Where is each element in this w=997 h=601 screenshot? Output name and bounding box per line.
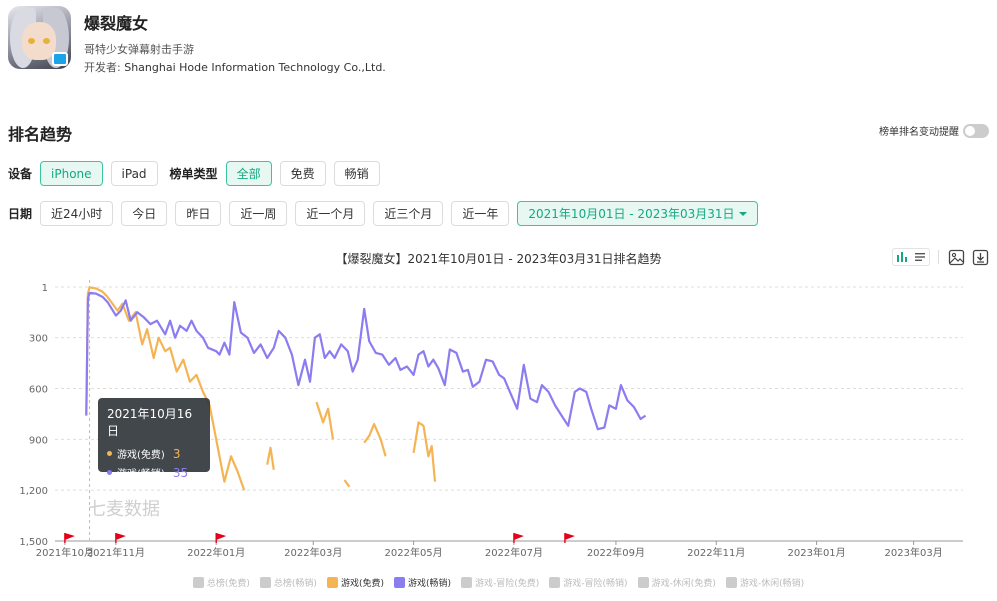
tooltip-row-grossing: 游戏(畅销) 35 (107, 465, 201, 480)
download-icon[interactable] (971, 248, 989, 266)
y-tick-label: 1 (42, 283, 48, 294)
watermark: 七麦数据 (88, 499, 160, 520)
legend-item[interactable]: 游戏(畅销) (393, 576, 451, 589)
x-tick-label: 2021年11月 (87, 546, 145, 559)
device-filter-row: 设备 iPhone iPad 榜单类型 全部 免费 畅销 (8, 161, 388, 186)
date-filter-row: 日期 近24小时 今日 昨日 近一周 近一个月 近三个月 近一年 2021年10… (8, 201, 766, 226)
x-tick-label: 2022年05月 (385, 546, 443, 559)
chart-tooltip: 2021年10月16日 游戏(免费) 3 游戏(畅销) 35 (98, 398, 210, 480)
app-badge-icon (52, 52, 68, 66)
chart-type-all-button[interactable]: 全部 (225, 161, 272, 186)
grossing-dot-icon (107, 470, 112, 475)
app-name[interactable]: 爆裂魔女 (84, 10, 148, 34)
legend-item[interactable]: 游戏(免费) (326, 576, 384, 589)
tooltip-free-label: 游戏(免费) (117, 450, 165, 461)
app-developer: 开发者: Shanghai Hode Information Technolog… (84, 59, 386, 75)
legend-item[interactable]: 游戏-休闲(畅销) (725, 576, 805, 589)
legend-label: 游戏-冒险(畅销) (563, 579, 628, 589)
tooltip-grossing-label: 游戏(畅销) (117, 469, 165, 480)
legend-item[interactable]: 游戏-冒险(畅销) (549, 576, 628, 589)
legend-swatch-icon (326, 577, 338, 588)
legend-swatch-icon (393, 577, 405, 588)
chart-title: 【爆裂魔女】2021年10月01日 - 2023年03月31日排名趋势 (335, 252, 662, 266)
bar-chart-icon[interactable] (896, 251, 908, 263)
legend-swatch-icon (259, 577, 271, 588)
series-line-free[interactable] (266, 446, 275, 470)
legend-label: 总榜(畅销) (273, 579, 317, 589)
device-iphone-button[interactable]: iPhone (40, 161, 103, 186)
legend-label: 游戏-休闲(免费) (651, 579, 716, 589)
x-tick-label: 2022年11月 (687, 546, 745, 559)
section-title: 排名趋势 (8, 125, 73, 144)
y-tick-label: 1,500 (19, 537, 48, 548)
rank-alert-label: 榜单排名变动提醒 (879, 127, 959, 138)
date-year-button[interactable]: 近一年 (451, 201, 510, 226)
save-image-icon[interactable] (947, 248, 965, 266)
y-tick-label: 300 (29, 334, 48, 345)
date-today-button[interactable]: 今日 (121, 201, 168, 226)
y-tick-label: 1,200 (19, 486, 48, 497)
tooltip-grossing-value: 35 (172, 465, 189, 480)
chart-legend: 总榜(免费) 总榜(畅销) 游戏(免费) 游戏(畅销) 游戏-冒险(免费) 游戏-冒险(畅… (0, 576, 997, 589)
x-tick-label: 2022年03月 (284, 546, 342, 559)
app-icon[interactable] (8, 6, 71, 69)
free-dot-icon (107, 451, 112, 456)
tooltip-free-value: 3 (172, 446, 181, 461)
x-tick-label: 2022年07月 (485, 546, 543, 559)
legend-swatch-icon (192, 577, 204, 588)
x-tick-label: 2022年09月 (587, 546, 645, 559)
date-3month-button[interactable]: 近三个月 (373, 201, 444, 226)
x-tick-label: 2022年01月 (187, 546, 245, 559)
chart-type-label: 榜单类型 (169, 167, 218, 181)
date-label: 日期 (8, 207, 33, 221)
legend-label: 游戏-冒险(免费) (475, 579, 540, 589)
tooltip-date: 2021年10月16日 (107, 407, 193, 438)
developer-name[interactable]: Shanghai Hode Information Technology Co.… (124, 61, 386, 74)
legend-swatch-icon (549, 577, 561, 588)
date-yesterday-button[interactable]: 昨日 (175, 201, 222, 226)
app-header: 爆裂魔女 哥特少女弹幕射击手游 开发者: Shanghai Hode Infor… (8, 6, 608, 74)
device-ipad-button[interactable]: iPad (110, 161, 158, 186)
legend-swatch-icon (461, 577, 472, 588)
series-line-free[interactable] (363, 423, 387, 457)
chart-type-grossing-button[interactable]: 畅销 (333, 161, 380, 186)
date-month-button[interactable]: 近一个月 (295, 201, 366, 226)
series-line-free[interactable] (412, 421, 437, 482)
legend-swatch-icon (637, 577, 649, 588)
x-tick-label: 2023年01月 (788, 546, 846, 559)
chart-toolbar (892, 248, 989, 266)
legend-item[interactable]: 总榜(免费) (192, 576, 250, 589)
legend-swatch-icon (725, 577, 737, 588)
app-subtitle: 哥特少女弹幕射击手游 (84, 43, 194, 56)
legend-label: 总榜(免费) (206, 579, 250, 589)
legend-item[interactable]: 游戏-休闲(免费) (637, 576, 716, 589)
legend-item[interactable]: 总榜(畅销) (259, 576, 317, 589)
series-line-free[interactable] (343, 479, 351, 488)
y-tick-label: 900 (29, 435, 48, 446)
developer-label: 开发者: (84, 61, 121, 74)
x-tick-label: 2021年10月 (36, 546, 94, 559)
toggle-switch[interactable] (963, 123, 989, 138)
series-line-free[interactable] (315, 401, 335, 440)
legend-item[interactable]: 游戏-冒险(免费) (461, 576, 539, 589)
legend-label: 游戏-休闲(畅销) (739, 579, 805, 589)
chart-type-free-button[interactable]: 免费 (279, 161, 326, 186)
legend-label: 游戏(免费) (340, 579, 384, 589)
y-tick-label: 600 (29, 384, 48, 395)
toolbar-divider (938, 250, 939, 264)
chart-view-toggle[interactable] (892, 248, 930, 266)
list-icon[interactable] (914, 251, 926, 263)
legend-label: 游戏(畅销) (407, 579, 451, 589)
rank-alert-toggle[interactable]: 榜单排名变动提醒 (879, 123, 989, 138)
x-tick-label: 2023年03月 (885, 546, 943, 559)
y-axis-labels: 1 300 600 900 1,200 1,500 (19, 283, 48, 548)
caret-down-icon (738, 211, 747, 216)
device-label: 设备 (8, 167, 33, 181)
x-axis-labels: 2021年10月2021年11月 2022年01月 2022年03月 2022年05月… (36, 546, 943, 559)
date-range-value: 2021年10月01日 - 2023年03月31日 (528, 207, 735, 221)
tooltip-row-free: 游戏(免费) 3 (107, 446, 201, 461)
date-range-picker[interactable]: 2021年10月01日 - 2023年03月31日 (517, 201, 758, 226)
date-week-button[interactable]: 近一周 (229, 201, 288, 226)
date-24h-button[interactable]: 近24小时 (40, 201, 114, 226)
